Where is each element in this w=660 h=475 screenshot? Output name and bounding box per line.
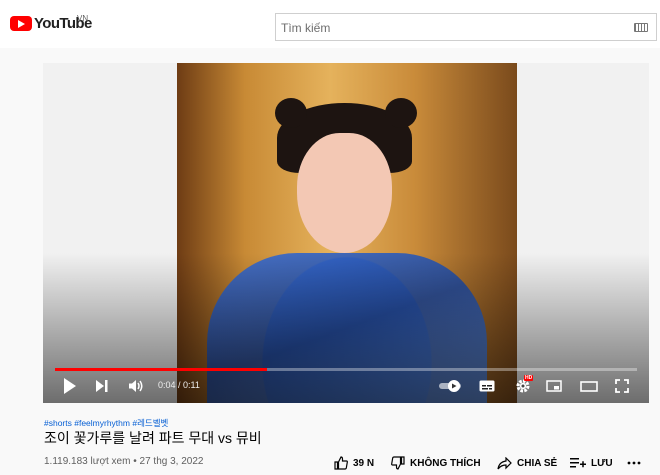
video-meta: 1.119.183 lượt xem • 27 thg 3, 2022 (44, 456, 204, 467)
fullscreen-button[interactable] (612, 374, 632, 398)
youtube-play-icon (10, 16, 32, 31)
dislike-label: KHÔNG THÍCH (410, 457, 481, 469)
volume-button[interactable] (127, 374, 145, 398)
volume-icon (129, 380, 143, 392)
share-label: CHIA SẺ (517, 457, 558, 469)
dislike-button[interactable]: KHÔNG THÍCH (391, 455, 481, 471)
hd-badge: HD (524, 375, 534, 381)
more-actions-button[interactable] (627, 455, 646, 471)
more-horizontal-icon (627, 461, 641, 465)
save-label: LƯU (591, 457, 613, 469)
video-figure-face (297, 133, 392, 253)
like-button[interactable]: 39 N (334, 455, 374, 471)
play-icon (64, 378, 76, 394)
autoplay-toggle-icon (439, 380, 461, 392)
thumbs-up-icon (334, 456, 348, 470)
progress-fill (55, 368, 267, 371)
skip-next-icon (96, 380, 108, 392)
theater-mode-button[interactable] (578, 374, 600, 398)
playlist-add-icon (570, 458, 586, 468)
progress-bar[interactable] (55, 368, 637, 371)
time-display: 0:04 / 0:11 (158, 380, 200, 390)
theater-mode-icon (580, 380, 598, 392)
miniplayer-button[interactable] (544, 374, 564, 398)
subtitles-icon (479, 380, 495, 392)
fullscreen-icon (615, 379, 629, 393)
video-title: 조이 꽃가루를 날려 파트 무대 vs 뮤비 (44, 430, 262, 446)
video-figure-bun-right (385, 98, 417, 128)
view-count: 1.119.183 lượt xem (44, 456, 131, 467)
like-count: 39 N (353, 457, 375, 469)
share-button[interactable]: CHIA SẺ (497, 455, 557, 471)
country-code: VN (77, 14, 89, 23)
save-button[interactable]: LƯU (570, 455, 613, 471)
settings-button[interactable]: HD (511, 374, 535, 398)
autoplay-toggle[interactable] (438, 374, 464, 398)
miniplayer-icon (546, 380, 562, 392)
subtitles-button[interactable] (477, 374, 497, 398)
player-controls: 0:04 / 0:11 HD (43, 374, 649, 398)
share-icon (497, 456, 512, 469)
upload-date: 27 thg 3, 2022 (139, 456, 204, 467)
next-button[interactable] (93, 374, 111, 398)
video-figure-bun-left (275, 98, 307, 128)
top-bar: YouTube VN Tìm kiếm (0, 0, 660, 48)
video-player[interactable]: 0:04 / 0:11 HD (43, 63, 649, 403)
keyboard-icon[interactable] (634, 23, 648, 32)
play-button[interactable] (61, 374, 79, 398)
thumbs-down-icon (391, 456, 405, 470)
search-input[interactable]: Tìm kiếm (281, 21, 330, 35)
search-box[interactable]: Tìm kiếm (275, 13, 657, 41)
